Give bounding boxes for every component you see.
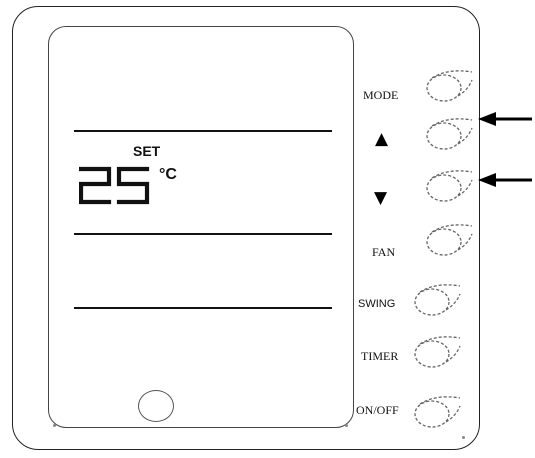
fan-button[interactable] bbox=[418, 220, 474, 260]
timer-button[interactable] bbox=[406, 332, 462, 372]
up-arrow-icon: ▲ bbox=[375, 129, 389, 149]
digit-5-segments bbox=[116, 166, 150, 205]
case-screw-far-right bbox=[462, 436, 465, 439]
temperature-unit: °C bbox=[159, 166, 177, 183]
lcd-display-panel bbox=[48, 26, 354, 428]
swing-button[interactable] bbox=[406, 280, 462, 320]
temperature-value: 25 bbox=[79, 166, 81, 167]
digit-2-segments bbox=[78, 166, 112, 205]
set-label: SET bbox=[133, 143, 161, 159]
temperature-readout: 25 bbox=[78, 166, 159, 210]
display-divider-top bbox=[74, 130, 332, 132]
mode-label: MODE bbox=[363, 88, 399, 102]
mode-button[interactable] bbox=[418, 66, 474, 106]
down-button[interactable] bbox=[418, 166, 474, 206]
timer-label: TIMER bbox=[361, 349, 399, 363]
up-button[interactable] bbox=[418, 114, 474, 154]
swing-label: SWING bbox=[358, 298, 396, 310]
on-off-button[interactable] bbox=[406, 392, 462, 432]
case-screw-left bbox=[53, 424, 56, 427]
display-divider-middle bbox=[74, 233, 332, 235]
down-arrow-icon: ▼ bbox=[374, 188, 388, 208]
pointer-arrow-icon-down bbox=[478, 173, 532, 187]
on-off-label: ON/OFF bbox=[356, 403, 399, 417]
fan-label: FAN bbox=[372, 245, 396, 259]
case-screw-right bbox=[345, 424, 348, 427]
seven-segment-digits: 25 bbox=[78, 166, 150, 205]
display-divider-bottom bbox=[74, 307, 332, 309]
center-round-button[interactable] bbox=[138, 390, 174, 422]
pointer-arrow-icon-up bbox=[478, 112, 532, 126]
